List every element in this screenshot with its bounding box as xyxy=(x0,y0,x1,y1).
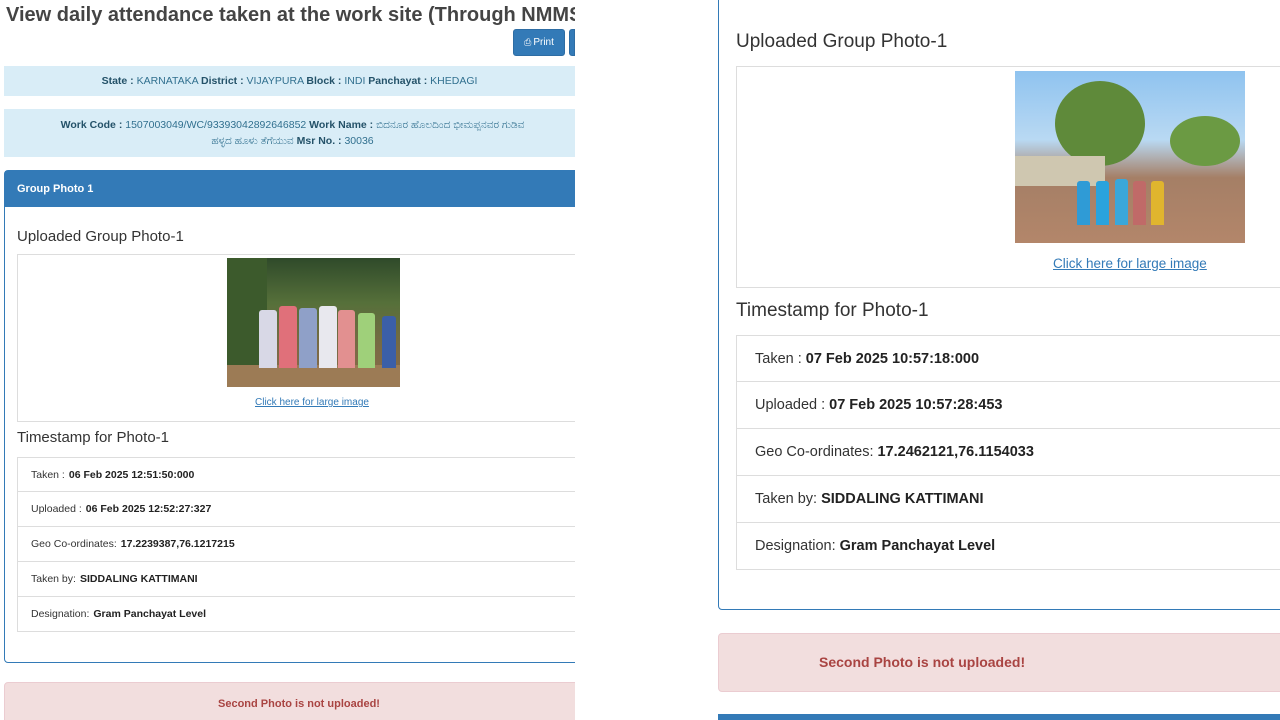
timestamp-heading: Timestamp for Photo-1 xyxy=(736,300,929,321)
taken-row: Taken :06 Feb 2025 12:51:50:000 xyxy=(17,457,575,492)
msr-value: 30036 xyxy=(344,135,374,147)
right-screenshot-pane: Uploaded Group Photo-1 Click here for la… xyxy=(695,0,1280,720)
row-value: SIDDALING KATTIMANI xyxy=(79,573,198,585)
uploaded-row: Uploaded :06 Feb 2025 12:52:27:327 xyxy=(17,492,575,527)
large-image-link[interactable]: Click here for large image xyxy=(1053,256,1207,271)
left-screenshot-pane: View daily attendance taken at the work … xyxy=(0,0,575,720)
row-label: Uploaded : xyxy=(31,503,82,515)
block-label: Block : xyxy=(306,75,342,87)
state-label: State : xyxy=(101,75,134,87)
person-figure xyxy=(1115,179,1128,225)
person-figure xyxy=(279,306,297,368)
photo-container: Click here for large image xyxy=(736,66,1280,288)
person-figure xyxy=(259,310,277,368)
district-value: VIJAYPURA xyxy=(246,75,304,87)
toolbar: ⎙ Print xyxy=(513,29,575,56)
uploaded-photo-heading: Uploaded Group Photo-1 xyxy=(736,31,948,52)
second-photo-alert: Second Photo is not uploaded! xyxy=(4,682,575,720)
row-value: 07 Feb 2025 10:57:18:000 xyxy=(805,350,980,367)
designation-row: Designation: Gram Panchayat Level xyxy=(17,597,575,632)
row-label: Uploaded : xyxy=(755,397,826,413)
timestamp-list: Taken :07 Feb 2025 10:57:18:000 Uploaded… xyxy=(736,335,1280,570)
panchayat-value: KHEDAGI xyxy=(430,75,478,87)
group-photo[interactable] xyxy=(227,258,400,387)
row-value: Gram Panchayat Level xyxy=(839,538,996,554)
person-figure xyxy=(382,316,396,368)
row-label: Geo Co-ordinates: xyxy=(31,538,117,550)
printer-icon: ⎙ xyxy=(524,37,532,47)
group-photo[interactable] xyxy=(1015,71,1245,243)
panchayat-label: Panchayat : xyxy=(368,75,428,87)
row-label: Taken : xyxy=(31,468,65,481)
uploaded-photo-heading: Uploaded Group Photo-1 xyxy=(17,228,184,245)
row-value: 06 Feb 2025 12:52:27:327 xyxy=(85,503,212,515)
row-label: Geo Co-ordinates: xyxy=(755,444,874,460)
row-label: Taken : xyxy=(755,350,802,367)
next-panel-heading xyxy=(718,714,1280,720)
print-button[interactable]: ⎙ Print xyxy=(513,29,565,56)
photo-container: Click here for large image xyxy=(17,254,575,422)
designation-row: Designation: Gram Panchayat Level xyxy=(736,523,1280,570)
row-value: 07 Feb 2025 10:57:28:453 xyxy=(829,397,1003,413)
state-value: KARNATAKA xyxy=(136,75,199,87)
msr-label: Msr No. : xyxy=(296,135,342,147)
page-title: View daily attendance taken at the work … xyxy=(6,4,575,26)
extra-button[interactable] xyxy=(569,29,575,56)
uploaded-row: Uploaded :07 Feb 2025 10:57:28:453 xyxy=(736,382,1280,429)
block-value: INDI xyxy=(344,75,366,87)
group-photo-panel: Uploaded Group Photo-1 Click here for la… xyxy=(718,0,1280,610)
person-figure xyxy=(338,310,355,368)
geo-row: Geo Co-ordinates: 17.2462121,76.1154033 xyxy=(736,429,1280,476)
work-code-value: 1507003049/WC/93393042892646852 xyxy=(125,119,307,131)
panel-heading: Group Photo 1 xyxy=(5,171,575,207)
taken-by-row: Taken by: SIDDALING KATTIMANI xyxy=(17,562,575,597)
row-label: Designation: xyxy=(31,608,90,620)
person-figure xyxy=(1096,181,1109,225)
taken-by-row: Taken by: SIDDALING KATTIMANI xyxy=(736,476,1280,523)
taken-row: Taken :07 Feb 2025 10:57:18:000 xyxy=(736,335,1280,382)
row-value: Gram Panchayat Level xyxy=(93,608,207,620)
photo-tree xyxy=(1055,81,1145,166)
row-label: Designation: xyxy=(755,538,836,554)
row-value: 17.2239387,76.1217215 xyxy=(120,538,235,550)
photo-ground xyxy=(227,365,400,387)
row-value: SIDDALING KATTIMANI xyxy=(821,491,984,507)
row-value: 06 Feb 2025 12:51:50:000 xyxy=(68,468,195,481)
work-name-line1: ಬಿದನೂರ ಹೊಲದಿಂದ ಭೀಮಪ್ಪನವರ ಗುಡಿವ xyxy=(376,119,525,131)
location-info-bar: State : KARNATAKA District : VIJAYPURA B… xyxy=(4,66,575,96)
person-figure xyxy=(1133,181,1146,225)
person-figure xyxy=(1077,181,1090,225)
geo-row: Geo Co-ordinates: 17.2239387,76.1217215 xyxy=(17,527,575,562)
row-label: Taken by: xyxy=(31,573,76,585)
work-info-bar: Work Code : 1507003049/WC/93393042892646… xyxy=(4,109,575,157)
row-value: 17.2462121,76.1154033 xyxy=(877,444,1034,460)
work-code-label: Work Code : xyxy=(60,119,123,131)
print-button-label: Print xyxy=(533,37,554,48)
person-figure xyxy=(299,308,317,368)
large-image-link[interactable]: Click here for large image xyxy=(255,397,369,408)
row-label: Taken by: xyxy=(755,491,818,507)
second-photo-alert: Second Photo is not uploaded! xyxy=(718,633,1280,692)
person-figure xyxy=(319,306,337,368)
person-figure xyxy=(1151,181,1164,225)
work-name-label: Work Name : xyxy=(309,119,374,131)
timestamp-heading: Timestamp for Photo-1 xyxy=(17,429,169,446)
person-figure xyxy=(358,313,375,368)
photo-building xyxy=(1015,156,1105,186)
timestamp-list: Taken :06 Feb 2025 12:51:50:000 Uploaded… xyxy=(17,457,575,632)
district-label: District : xyxy=(200,75,244,87)
group-photo-panel: Group Photo 1 Uploaded Group Photo-1 Cli… xyxy=(4,170,575,663)
photo-tree xyxy=(1170,116,1240,166)
work-name-line2: ಹಳ್ಳದ ಹೂಳು ತೆಗೆಯುವ xyxy=(211,135,294,147)
